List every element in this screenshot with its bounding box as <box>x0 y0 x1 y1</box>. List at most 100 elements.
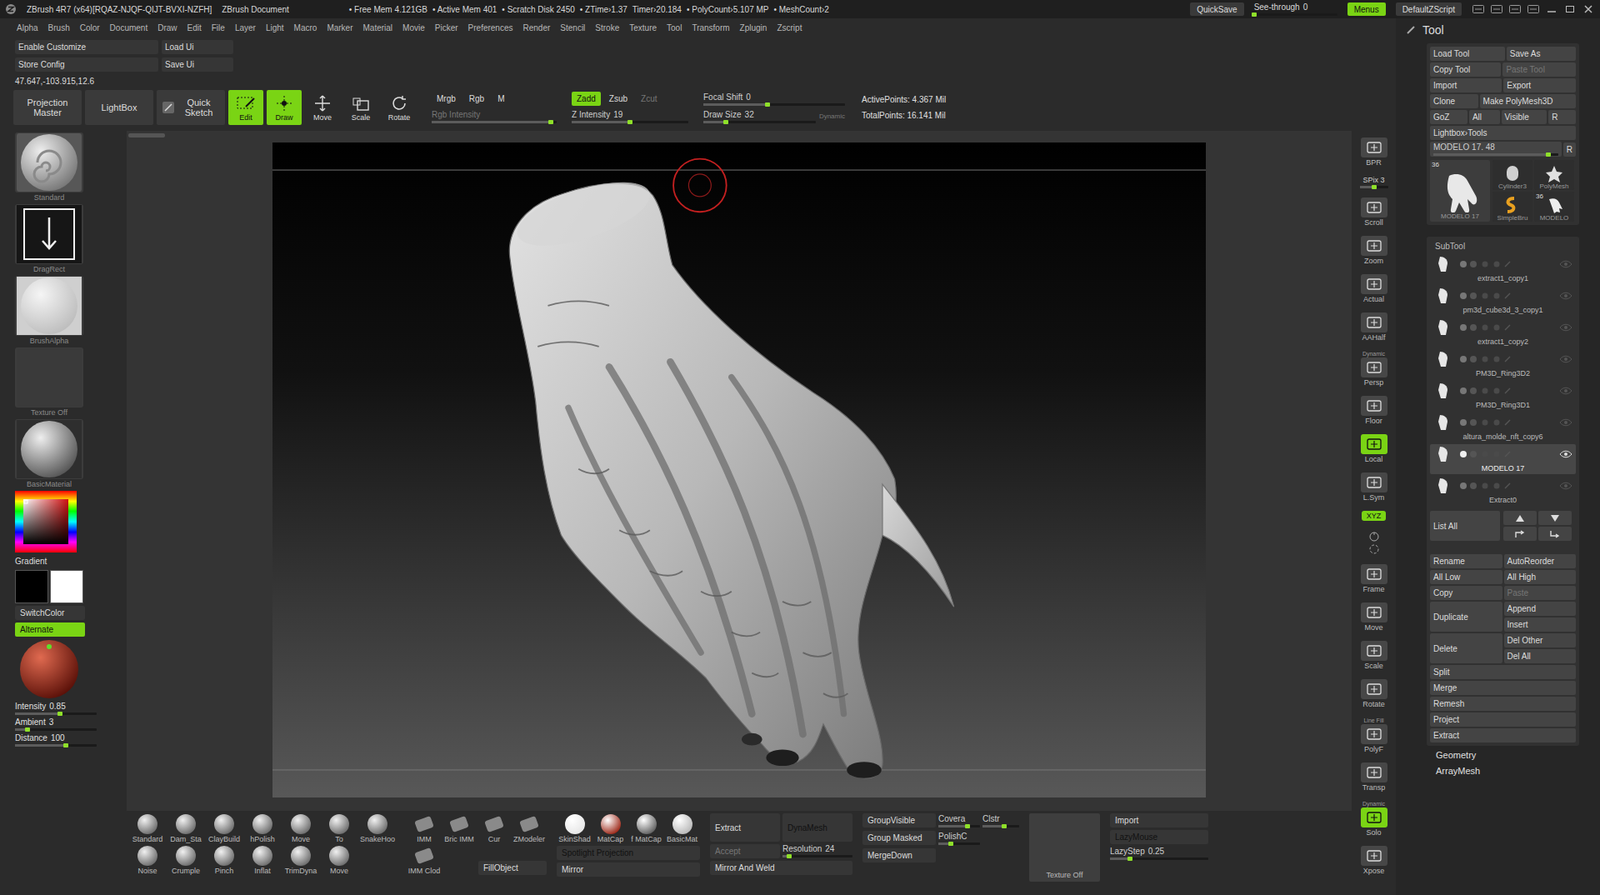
light-slider-track[interactable] <box>15 712 97 715</box>
tool-button[interactable]: Copy Tool <box>1430 62 1501 77</box>
subtool-row[interactable]: PM3D_Ring3D2 <box>1430 349 1576 380</box>
button-label[interactable]: Quick Sketch <box>177 97 220 118</box>
brush-label[interactable]: Crumple <box>171 866 200 875</box>
brush-label[interactable]: Inflat <box>254 866 271 875</box>
tool-button[interactable]: Import <box>1430 78 1502 93</box>
button-label[interactable]: Export <box>1506 80 1531 90</box>
subtool-name[interactable]: extract1_copy1 <box>1433 273 1573 284</box>
tool-button[interactable]: Paste Tool <box>1502 62 1576 77</box>
menu-item[interactable]: Brush <box>48 23 70 33</box>
subtool-row[interactable]: extract1_copy1 <box>1430 254 1576 285</box>
eye-icon[interactable] <box>1559 355 1573 364</box>
action-button[interactable]: Paste <box>1504 585 1577 600</box>
menu-item[interactable]: Render <box>523 23 551 33</box>
menu-item[interactable]: Edit <box>187 23 202 33</box>
resolution-slider-track[interactable] <box>782 855 853 858</box>
alternate-button[interactable]: Alternate <box>15 622 85 637</box>
tool-button[interactable]: Save As <box>1506 46 1576 61</box>
subtool-name[interactable]: Extract0 <box>1433 495 1573 505</box>
tool-thumbnail[interactable]: 36MODELO 17 <box>1430 160 1490 222</box>
menu-item[interactable]: Draw <box>157 23 177 33</box>
button-label[interactable]: Del Other <box>1507 635 1544 645</box>
scroll-tile[interactable] <box>1360 197 1388 218</box>
menu-item[interactable]: Material <box>363 23 394 33</box>
action-button[interactable]: Project <box>1430 712 1576 727</box>
edit-button[interactable]: Edit <box>228 90 264 125</box>
button-label[interactable]: Enable Customize <box>18 42 86 52</box>
button-label[interactable]: Visible <box>1505 112 1530 122</box>
brush-label[interactable]: SnakeHoo <box>360 835 395 844</box>
persp-button[interactable]: DynamicPersp <box>1360 350 1388 387</box>
menu-item[interactable]: Zplugin <box>740 23 768 33</box>
button-label[interactable]: MergeDown <box>867 850 913 860</box>
material-label[interactable]: f MatCap <box>630 835 662 844</box>
action-button[interactable]: Extract <box>1430 728 1576 743</box>
slider-label[interactable]: Distance <box>15 733 48 743</box>
z-mode-button[interactable]: Zcut <box>635 91 662 106</box>
menu-item[interactable]: Tool <box>666 23 682 33</box>
xpose-button[interactable]: Xpose <box>1360 845 1388 875</box>
polish-slider[interactable]: PolishC <box>938 831 980 845</box>
button-label[interactable]: L.Sym <box>1363 493 1385 502</box>
tool-button[interactable]: Visible <box>1501 110 1548 125</box>
button-label[interactable]: Copy Tool <box>1433 65 1470 75</box>
scale-button[interactable]: Scale <box>343 90 379 125</box>
brush-button[interactable]: Move <box>281 813 320 844</box>
button-label[interactable]: Store Config <box>18 60 65 70</box>
polyf-button[interactable]: Line FillPolyF <box>1360 717 1388 754</box>
button-label[interactable]: Projection Master <box>18 97 77 118</box>
extract-button[interactable]: Extract <box>710 813 780 842</box>
settings-icon[interactable] <box>1526 3 1540 15</box>
slider-label[interactable]: See-through <box>1254 2 1300 12</box>
subtool-row[interactable]: Extract0 <box>1430 475 1576 506</box>
action-button[interactable]: Append <box>1504 601 1577 616</box>
light-slider-track[interactable] <box>15 728 97 731</box>
button-label[interactable]: Scale <box>1364 661 1384 670</box>
button-label[interactable]: LazyMouse <box>1115 832 1158 842</box>
move-button[interactable]: Move <box>1360 602 1388 632</box>
menu-item[interactable]: Document <box>110 23 149 33</box>
slider-label[interactable]: Z Intensity <box>571 110 610 120</box>
focal-shift-slider[interactable]: Focal Shift0 <box>703 92 845 106</box>
material-button[interactable]: BasicMat <box>664 813 700 844</box>
material-sphere-icon[interactable] <box>15 639 84 700</box>
subtool-row[interactable]: extract1_copy2 <box>1430 317 1576 348</box>
slider-value[interactable]: 0 <box>1303 2 1309 12</box>
button-label[interactable]: Rotate <box>388 113 411 122</box>
button-label[interactable]: Mirror And Weld <box>715 863 775 873</box>
material-sphere-icon[interactable] <box>564 813 586 835</box>
button-label[interactable]: Paste <box>1507 588 1530 598</box>
button-label[interactable]: Accept <box>715 846 741 856</box>
eye-icon[interactable] <box>1559 386 1573 395</box>
subtool-name[interactable]: PM3D_Ring3D2 <box>1433 368 1573 379</box>
button-label[interactable]: M <box>497 94 505 104</box>
button-label[interactable]: Scale <box>351 113 371 122</box>
button-label[interactable]: Solo <box>1365 828 1381 837</box>
solo-tile[interactable] <box>1360 807 1388 828</box>
texture-label[interactable]: Texture Off <box>1046 870 1084 880</box>
material-sphere-icon[interactable] <box>671 813 694 835</box>
button-label[interactable]: GroupVisible <box>867 815 915 825</box>
button-label[interactable]: Make PolyMesh3D <box>1483 96 1554 106</box>
brush-label[interactable]: To <box>335 835 344 844</box>
slider-label[interactable]: Ambient <box>15 717 46 727</box>
slider-label[interactable]: Covera <box>938 814 965 824</box>
button-label[interactable]: Save Ui <box>165 60 195 70</box>
subtool-toggles-icon[interactable] <box>1458 354 1517 365</box>
subtool-name[interactable]: PM3D_Ring3D1 <box>1433 400 1573 410</box>
document-canvas[interactable] <box>272 142 1206 798</box>
slider-label[interactable]: Draw Size <box>703 110 742 120</box>
button-label[interactable]: Merge <box>1433 683 1457 693</box>
button-label[interactable]: Local <box>1365 455 1384 464</box>
reset-icon[interactable] <box>1365 543 1383 555</box>
dynamesh-button[interactable]: DynaMesh <box>782 813 853 842</box>
palette-section[interactable]: ArrayMesh <box>1395 761 1600 778</box>
button-label[interactable]: Extract <box>715 823 741 833</box>
material-sphere-icon[interactable] <box>635 813 658 835</box>
frame-tile[interactable] <box>1360 564 1388 585</box>
floor-button[interactable]: Floor <box>1360 395 1388 425</box>
bpr-tile[interactable] <box>1360 137 1388 158</box>
button-label[interactable]: Insert <box>1507 620 1529 630</box>
subtool-toggles-icon[interactable] <box>1458 322 1517 333</box>
color-swatch[interactable] <box>50 570 84 604</box>
